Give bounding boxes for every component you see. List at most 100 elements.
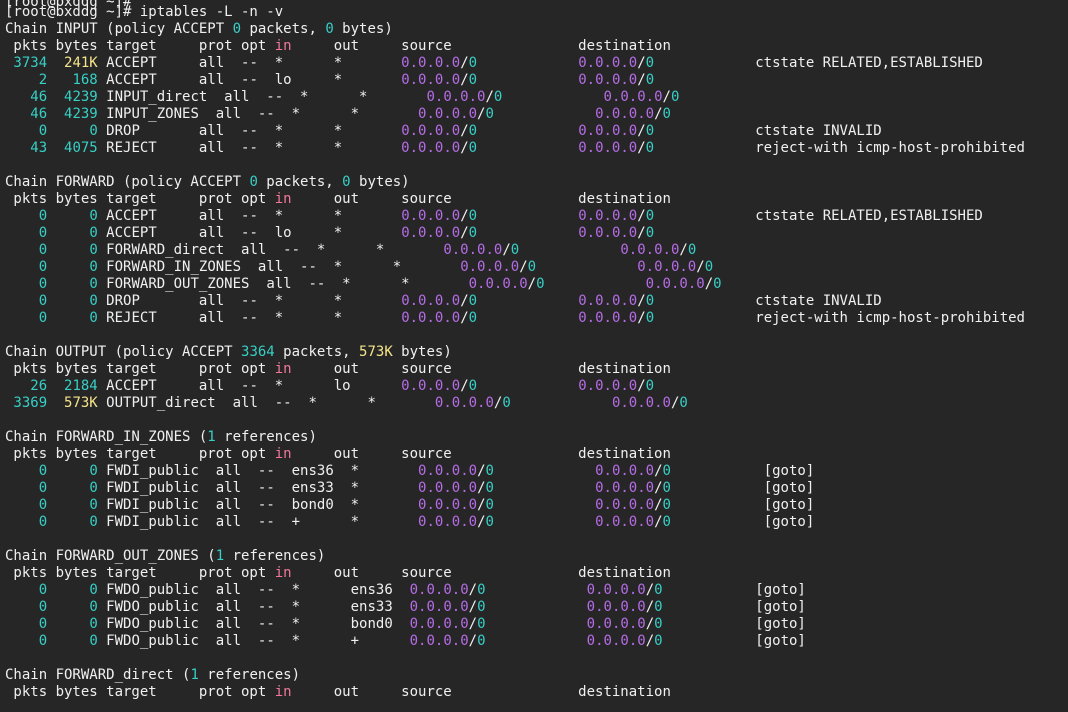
terminal-text: 0 [662,463,671,479]
terminal-line: Chain FORWARD_direct (1 references) [5,667,300,684]
terminal-text: packets, [257,174,343,190]
terminal-text: 0.0.0.0 [595,480,655,496]
terminal-text: 4239 [64,106,98,122]
terminal-text: FWDO_public all -- * ens33 [97,599,410,615]
terminal-text: 0.0.0.0 [578,310,638,326]
terminal-text: [goto] [670,514,815,530]
terminal-text: 0 [5,123,48,139]
terminal-text: 2184 [64,378,98,394]
terminal-text: / [477,514,486,530]
terminal-text: 0.0.0.0 [401,55,461,71]
terminal-text: 0 [5,259,48,275]
terminal-text: REJECT all -- * * [97,310,402,326]
terminal-line: 0 0 FWDI_public all -- + * 0.0.0.0/0 0.0… [5,514,815,531]
terminal-line: pkts bytes target prot opt in out source… [5,684,670,701]
terminal-text: 0 [249,174,258,190]
terminal-text: 0 [704,259,714,275]
terminal-text: 0.0.0.0 [586,616,646,632]
terminal-window[interactable]: [root@bxddg ~]# [root@bxddg ~]# iptables… [0,0,1068,712]
terminal-text: 0 [536,276,545,292]
terminal-text: [goto] [662,633,806,649]
terminal-text: 0.0.0.0 [595,463,655,479]
terminal-text: 0 [510,242,520,258]
terminal-text: / [679,242,688,258]
terminal-text: 0 [468,140,478,156]
terminal-line: pkts bytes target prot opt in out source… [5,565,671,582]
terminal-text: 4239 [64,89,98,105]
terminal-text: 0.0.0.0 [401,225,461,241]
terminal-text: references) [215,429,317,445]
terminal-text: 0.0.0.0 [409,599,469,615]
terminal-text: 0 [654,616,663,632]
terminal-text: FWDI_public all -- + * [97,514,419,530]
terminal-text: 0 [89,208,98,224]
terminal-text: 0 [89,276,98,292]
terminal-text: out source destination [291,565,671,581]
terminal-text: ACCEPT all -- lo * [97,72,402,88]
terminal-text: 0.0.0.0 [401,123,461,139]
terminal-line: 0 0 FWDO_public all -- * + 0.0.0.0/0 0.0… [5,633,806,650]
terminal-text: / [654,514,663,530]
terminal-text: 0 [527,259,537,275]
terminal-text: 0 [477,582,486,598]
terminal-text: / [477,463,486,479]
terminal-text: 0 [662,514,671,530]
terminal-text: 3734 [5,55,48,71]
terminal-text: 573K [64,395,98,411]
terminal-text: 0.0.0.0 [409,616,469,632]
terminal-text: 0 [5,514,48,530]
terminal-text: in [274,446,292,462]
terminal-text: 0 [662,106,671,122]
terminal-text: / [460,225,469,241]
terminal-text: / [637,208,646,224]
terminal-text: / [637,72,646,88]
terminal-text: 0.0.0.0 [611,395,671,411]
terminal-text: 0 [645,72,655,88]
terminal-line: 0 0 DROP all -- * * 0.0.0.0/0 0.0.0.0/0 … [5,123,882,140]
terminal-text: 0.0.0.0 [595,106,655,122]
terminal-text: 0 [89,514,98,530]
terminal-text: / [460,293,469,309]
terminal-text: FWDI_public all -- ens36 * [97,463,419,479]
terminal-text: 0.0.0.0 [401,140,461,156]
terminal-text: / [654,480,663,496]
terminal-text: 0 [5,242,48,258]
terminal-text: / [637,310,646,326]
terminal-text: 0 [645,123,655,139]
terminal-text: 0 [485,463,494,479]
terminal-text: ACCEPT all -- * lo [97,378,402,394]
terminal-text: ACCEPT all -- * * [97,55,402,71]
terminal-text: ACCEPT all -- * * [97,208,402,224]
terminal-line: 3734 241K ACCEPT all -- * * 0.0.0.0/0 0.… [5,55,982,72]
terminal-text: 0 [713,276,722,292]
terminal-text: 46 [5,106,48,122]
terminal-text: bytes) [392,344,452,360]
terminal-text: 0.0.0.0 [409,633,469,649]
terminal-text: 0 [5,276,48,292]
terminal-text: 0 [485,514,494,530]
terminal-line: pkts bytes target prot opt in out source… [5,191,670,208]
terminal-text: 0.0.0.0 [418,514,478,530]
terminal-text: / [519,259,528,275]
terminal-text: 0 [89,123,98,139]
terminal-text: 0 [89,599,98,615]
terminal-text: 0.0.0.0 [401,208,461,224]
terminal-text: 0 [662,497,671,513]
terminal-text: [goto] [670,480,815,496]
terminal-text: pkts bytes target prot opt [5,565,275,581]
terminal-text: 3369 [5,395,48,411]
terminal-text: / [654,106,663,122]
terminal-line: Chain INPUT (policy ACCEPT 0 packets, 0 … [5,21,393,38]
